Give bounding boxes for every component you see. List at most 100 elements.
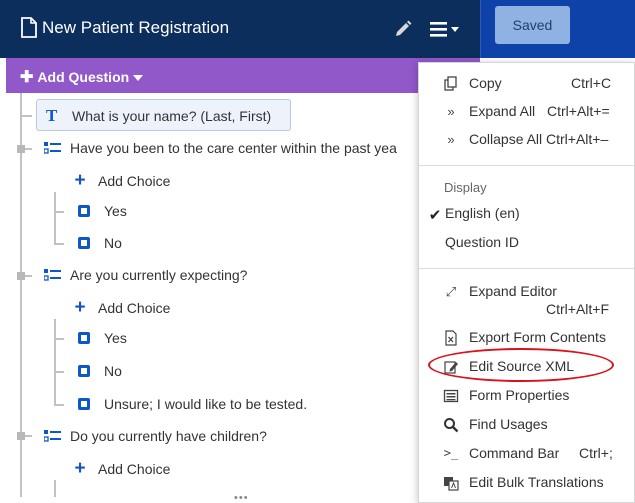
- choice-label: Unsure; I would like to be tested.: [104, 396, 308, 412]
- resize-grip-icon[interactable]: •••: [234, 492, 249, 503]
- menu-item-english[interactable]: ✔ English (en): [419, 201, 635, 227]
- list-icon: [443, 389, 459, 403]
- menu-section-header: Display: [444, 180, 487, 195]
- tree-connector: [54, 404, 64, 406]
- annotation-highlight-circle: [428, 348, 614, 382]
- question-label: Are you currently expecting?: [70, 267, 248, 283]
- tree-connector: [54, 211, 64, 213]
- menu-label: Expand Editor: [469, 283, 557, 299]
- menu-label: Export Form Contents: [469, 329, 606, 345]
- menu-item-expand-all[interactable]: » Expand All Ctrl+Alt+=: [419, 99, 635, 125]
- collapse-handle[interactable]: [17, 432, 25, 440]
- menu-item-copy[interactable]: Copy Ctrl+C: [419, 71, 635, 97]
- form-title-area: New Patient Registration: [20, 17, 229, 38]
- question-label: Do you currently have children?: [70, 428, 267, 444]
- document-icon: [21, 17, 37, 38]
- menu-divider: [419, 268, 635, 269]
- terminal-icon: >_: [443, 446, 459, 460]
- menu-shortcut: Ctrl+Alt+F: [546, 301, 610, 317]
- menu-shortcut: Ctrl+Alt+=: [547, 103, 610, 119]
- choice-label: No: [104, 363, 122, 379]
- choice-row[interactable]: Unsure; I would like to be tested.: [78, 396, 307, 412]
- menu-label: Command Bar: [469, 445, 560, 461]
- question-label: What is your name? (Last, First): [72, 108, 272, 124]
- excel-file-icon: [445, 330, 457, 346]
- question-text-row[interactable]: T What is your name? (Last, First): [46, 106, 271, 126]
- add-choice-label: Add Choice: [98, 300, 171, 316]
- plus-icon: +: [74, 170, 86, 191]
- menu-item-command-bar[interactable]: >_ Command Bar Ctrl+;: [419, 441, 635, 467]
- add-choice-label: Add Choice: [98, 173, 171, 189]
- question-select-row[interactable]: Are you currently expecting?: [44, 267, 247, 283]
- form-title: New Patient Registration: [42, 17, 230, 37]
- tree-connector: [54, 243, 64, 245]
- menu-toggle-icon[interactable]: [430, 20, 464, 38]
- add-question-bar: ✚ Add Question: [6, 58, 480, 93]
- add-choice-button[interactable]: + Add Choice: [72, 170, 170, 192]
- menu-label: English (en): [445, 205, 520, 221]
- tree-connector: [54, 319, 56, 405]
- plus-icon: +: [74, 297, 86, 318]
- plus-icon: +: [74, 458, 86, 479]
- single-select-icon: [44, 269, 61, 281]
- add-question-button[interactable]: ✚ Add Question: [20, 67, 144, 87]
- text-question-icon: T: [46, 106, 58, 125]
- translate-icon: [444, 477, 459, 491]
- question-tree: T What is your name? (Last, First) Have …: [6, 93, 480, 497]
- menu-divider: [419, 165, 635, 166]
- add-question-label: Add Question: [37, 69, 130, 85]
- question-select-row[interactable]: Have you been to the care center within …: [44, 140, 397, 156]
- menu-label: Find Usages: [469, 416, 548, 432]
- search-icon: [444, 418, 459, 433]
- add-choice-button[interactable]: + Add Choice: [72, 297, 170, 319]
- choice-icon: [78, 365, 90, 377]
- menu-label: Collapse All: [469, 131, 543, 147]
- tree-connector: [54, 371, 64, 373]
- menu-label: Form Properties: [469, 387, 570, 403]
- menu-label: Copy: [469, 75, 502, 91]
- checkmark-icon: ✔: [428, 207, 442, 224]
- menu-label: Question ID: [445, 234, 519, 250]
- menu-shortcut: Ctrl+Alt+–: [546, 131, 609, 147]
- add-choice-label: Add Choice: [98, 461, 171, 477]
- menu-shortcut: Ctrl+;: [579, 445, 613, 461]
- choice-row[interactable]: No: [78, 363, 122, 379]
- form-actions-menu: Copy Ctrl+C » Expand All Ctrl+Alt+= » Co…: [418, 62, 635, 503]
- tree-connector: [54, 192, 56, 244]
- choice-label: Yes: [104, 330, 127, 346]
- choice-row[interactable]: Yes: [78, 203, 127, 219]
- choice-icon: [78, 332, 90, 344]
- single-select-icon: [44, 430, 61, 442]
- choice-icon: [78, 205, 90, 217]
- question-label: Have you been to the care center within …: [70, 140, 397, 156]
- tree-connector: [54, 480, 56, 497]
- menu-label: Edit Bulk Translations: [469, 474, 604, 490]
- tree-connector: [54, 338, 64, 340]
- pencil-icon[interactable]: [393, 19, 413, 39]
- menu-item-question-id[interactable]: Question ID: [419, 230, 635, 256]
- menu-item-form-properties[interactable]: Form Properties: [419, 383, 635, 409]
- choice-label: No: [104, 235, 122, 251]
- menu-item-find-usages[interactable]: Find Usages: [419, 412, 635, 438]
- menu-item-expand-editor[interactable]: ⤢ Expand Editor Ctrl+Alt+F: [419, 279, 635, 319]
- collapse-handle[interactable]: [17, 272, 25, 280]
- question-select-row[interactable]: Do you currently have children?: [44, 428, 267, 444]
- choice-row[interactable]: Yes: [78, 330, 127, 346]
- expand-arrows-icon: ⤢: [445, 284, 457, 299]
- menu-shortcut: Ctrl+C: [571, 75, 612, 91]
- copy-icon: [444, 76, 457, 91]
- menu-label: Expand All: [469, 103, 536, 119]
- add-choice-button[interactable]: + Add Choice: [72, 458, 170, 480]
- collapse-handle[interactable]: [17, 145, 25, 153]
- choice-label: Yes: [104, 203, 127, 219]
- saved-button[interactable]: Saved: [495, 6, 570, 44]
- choice-row[interactable]: No: [78, 235, 122, 251]
- caret-down-icon: [133, 75, 144, 81]
- menu-item-collapse-all[interactable]: » Collapse All Ctrl+Alt+–: [419, 127, 635, 153]
- expand-all-icon: »: [447, 104, 455, 119]
- tree-connector: [20, 115, 32, 117]
- plus-icon: ✚: [20, 69, 34, 86]
- choice-icon: [78, 237, 90, 249]
- menu-item-edit-bulk-translations[interactable]: Edit Bulk Translations: [419, 470, 635, 496]
- single-select-icon: [44, 142, 61, 154]
